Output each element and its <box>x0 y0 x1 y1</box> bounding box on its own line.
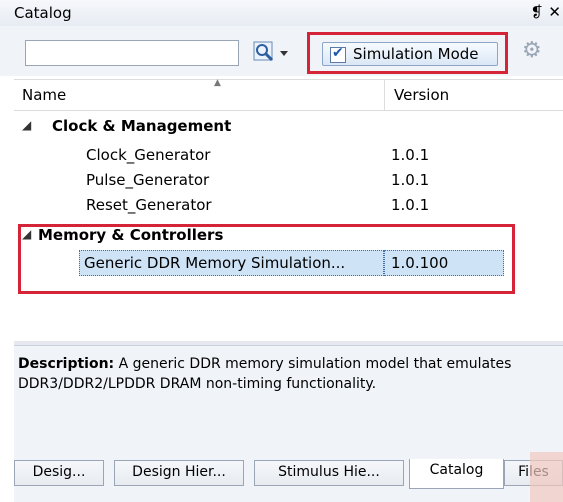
tab-design-hierarchy[interactable]: Design Hier... <box>114 460 244 486</box>
tree-row-reset-generator[interactable]: Reset_Generator 1.0.1 <box>14 192 563 218</box>
item-version: 1.0.1 <box>391 146 430 164</box>
column-name[interactable]: Name <box>22 86 66 104</box>
group-label: Clock & Management <box>52 117 232 135</box>
table-header: ▲ Name Version <box>14 78 563 111</box>
description-label: Description: <box>18 356 115 372</box>
column-version[interactable]: Version <box>394 86 449 104</box>
tree-row-pulse-generator[interactable]: Pulse_Generator 1.0.1 <box>14 167 563 193</box>
search-icon <box>253 41 288 62</box>
tab-catalog[interactable]: Catalog <box>409 459 504 489</box>
group-clock-management[interactable]: ◢ Clock & Management <box>14 113 563 139</box>
simulation-mode-checkbox[interactable]: ✔ <box>330 45 346 63</box>
simulation-mode-toggle[interactable]: ✔ Simulation Mode <box>322 42 498 66</box>
title-bar: Catalog ❡ ✕ <box>0 0 563 27</box>
toolbar: ✔ Simulation Mode ⚙ <box>0 26 563 76</box>
item-name: Pulse_Generator <box>86 171 210 189</box>
item-name: Reset_Generator <box>86 196 212 214</box>
item-version: 1.0.1 <box>391 196 430 214</box>
tab-design[interactable]: Desig... <box>14 460 104 486</box>
description-panel: Description: A generic DDR memory simula… <box>14 345 563 461</box>
memory-controllers-highlight <box>18 224 515 294</box>
search-dropdown-button[interactable] <box>250 38 294 66</box>
gear-icon[interactable]: ⚙ <box>522 38 552 66</box>
simulation-mode-highlight: ✔ Simulation Mode <box>307 32 508 74</box>
tab-stimulus-hierarchy[interactable]: Stimulus Hie... <box>254 460 404 486</box>
search-input[interactable] <box>25 40 239 66</box>
simulation-mode-label: Simulation Mode <box>353 45 479 63</box>
watermark-shape <box>530 452 563 502</box>
column-divider[interactable] <box>384 80 385 110</box>
item-version: 1.0.1 <box>391 171 430 189</box>
bottom-tabs: Desig... Design Hier... Stimulus Hie... … <box>14 459 563 502</box>
window-controls[interactable]: ❡ ✕ <box>531 3 561 21</box>
sort-arrow-icon: ▲ <box>214 78 221 88</box>
window-title: Catalog <box>14 4 72 22</box>
tree-row-clock-generator[interactable]: Clock_Generator 1.0.1 <box>14 142 563 168</box>
item-name: Clock_Generator <box>86 146 211 164</box>
collapse-triangle-icon[interactable]: ◢ <box>22 118 31 132</box>
